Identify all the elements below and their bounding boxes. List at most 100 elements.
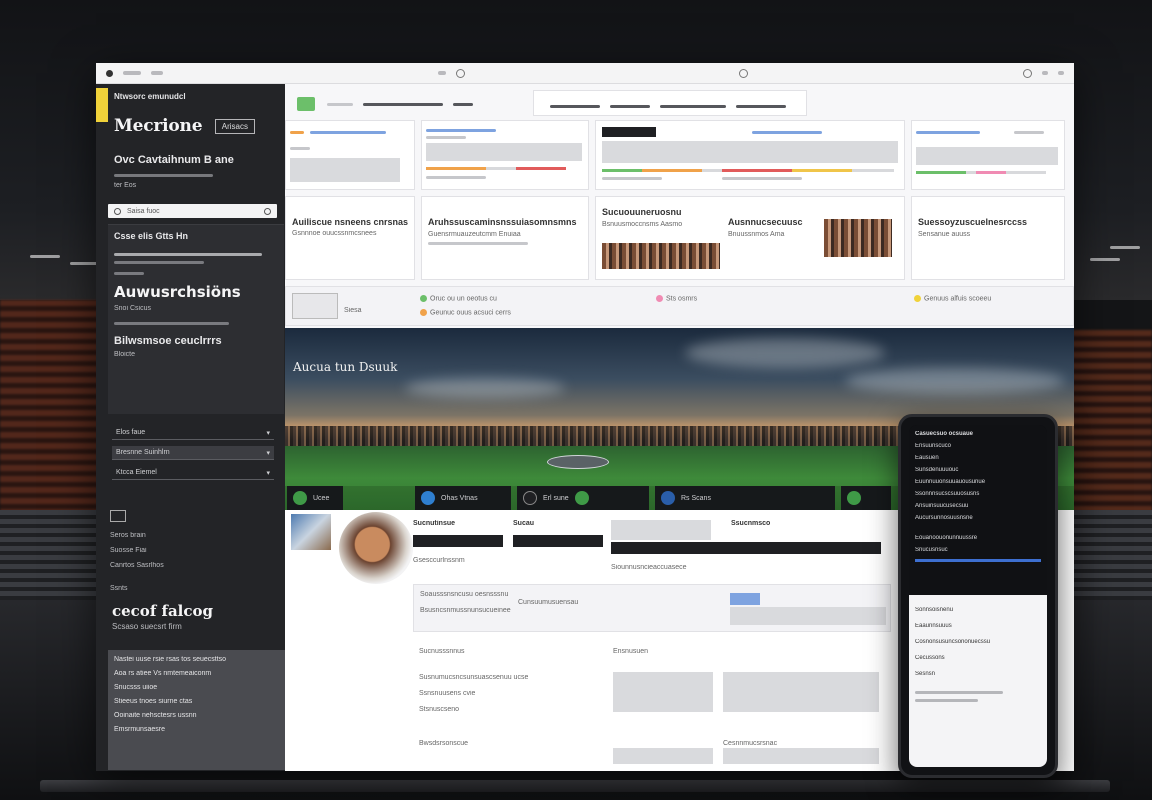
card-heading-bar	[752, 131, 822, 134]
footer-row[interactable]: Ooinaite nehsctesrs ussnn	[114, 712, 279, 719]
divider	[114, 272, 144, 275]
match-chip-label: Ucee	[313, 494, 330, 502]
match-chip[interactable]: Ucee	[287, 486, 343, 510]
info-card[interactable]: Auiliscue nsneens cnrsnasc Gsnnnoe ouucs…	[285, 196, 415, 280]
detail-row[interactable]: Susnumucsncsunsuascsenuu ucse	[419, 674, 528, 681]
card-line	[428, 242, 528, 245]
phone-item[interactable]: Eaaunnsuuus	[915, 623, 1041, 629]
news-thumbnail[interactable]	[291, 514, 331, 550]
titlebar-control[interactable]	[437, 71, 446, 75]
card-subtitle: Gsnnnoe ouucssnmcsnees	[292, 230, 377, 237]
phone-row[interactable]: Ansuinsuucusecsuu	[915, 503, 1041, 509]
phone-row[interactable]: Ssonnnsucscsuuosusns	[915, 491, 1041, 497]
phone-row[interactable]: Euunnuuonsuuauousunue	[915, 479, 1041, 485]
match-chip[interactable]: Ohas Vtnas	[415, 486, 511, 510]
footer-row[interactable]: Stieeus tnoes siurne ctas	[114, 698, 279, 705]
search-bar[interactable]: Saisa fuoc	[108, 204, 277, 218]
status-item-label: Geunuc ouus acsuci cerrs	[430, 309, 511, 317]
detail-row[interactable]: Stsnuscseno	[419, 706, 459, 713]
detail-heading: Sucnusssnnus	[419, 648, 465, 655]
match-chip[interactable]	[841, 486, 891, 510]
phone-row[interactable]: Eouanoouonunnuussre	[915, 535, 1041, 541]
nav-link[interactable]	[736, 105, 786, 108]
phone-row[interactable]: Snucusnsuc	[915, 547, 1041, 553]
section-sub: Snoi Csicus	[114, 305, 151, 312]
match-chip[interactable]: Erl sune	[517, 486, 649, 510]
bottom-col[interactable]: Sucnutinsue Gsesccurlnssnm	[413, 514, 509, 578]
filter-icon[interactable]	[264, 207, 271, 215]
card-line	[602, 177, 662, 180]
field-1[interactable]: Elos faue ▾	[112, 426, 274, 440]
crowd-photo[interactable]	[824, 219, 892, 257]
phone-row[interactable]: Sunsdenuuuouc	[915, 467, 1041, 473]
top-card[interactable]	[421, 120, 589, 190]
nav-link[interactable]	[550, 105, 600, 108]
sidebar-accent	[96, 88, 108, 122]
phone-item[interactable]: Cosnonsusuncsononuecssu	[915, 639, 1041, 645]
top-card[interactable]	[285, 120, 415, 190]
tab-placeholder[interactable]	[327, 103, 353, 106]
profile-icon[interactable]	[1023, 68, 1033, 78]
card-marker	[290, 131, 304, 134]
bottom-col[interactable]: Sucau	[513, 514, 609, 578]
status-item[interactable]: Oruc ou un oeotus cu	[420, 295, 497, 302]
close-icon[interactable]	[1058, 71, 1065, 75]
footer-row[interactable]: Nastei uuse rsie rsas tos seuecsttso	[114, 656, 279, 663]
footer-list: Nastei uuse rsie rsas tos seuecsttso Aoa…	[108, 650, 285, 770]
phone-item[interactable]: Sonnsoisnenu	[915, 607, 1041, 613]
tab-placeholder[interactable]	[453, 103, 473, 106]
stadium-light	[1110, 246, 1140, 249]
top-card[interactable]	[911, 120, 1065, 190]
phone-row[interactable]: Eausuen	[915, 455, 1041, 461]
group-title: Bilwsmsoe ceuclrrrs	[114, 335, 222, 347]
phone-item[interactable]: Cecussons	[915, 655, 1041, 661]
footer-row[interactable]: Emsrmunsaesre	[114, 726, 279, 733]
tab-placeholder[interactable]	[363, 103, 443, 106]
progress-fill	[516, 167, 566, 170]
status-item[interactable]: Geunuc ouus acsuci cerrs	[420, 309, 511, 316]
brand-tag-button[interactable]: Arisacs	[214, 119, 256, 135]
media-card[interactable]: Sucuouuneruosnu Bsnuusmoccnsms Aasmo Aus…	[595, 196, 905, 280]
chevron-down-icon: ▾	[266, 469, 270, 477]
sidebar-meta: ter Eos	[114, 182, 137, 189]
bottom-col-wide[interactable]: Siounnusncieaccuasece Ssucnmsco	[611, 514, 891, 578]
detail-placeholder	[723, 672, 879, 712]
window-menu-icon[interactable]	[106, 69, 113, 77]
field-3[interactable]: Ktcca Eiemel ▾	[112, 466, 274, 480]
minimize-icon[interactable]	[1042, 71, 1049, 75]
titlebar-tab[interactable]	[123, 71, 141, 75]
status-label: Siesa	[344, 307, 362, 314]
status-item[interactable]: Genuus alfuis scoeeu	[914, 295, 991, 302]
nav-link[interactable]	[610, 105, 650, 108]
divider	[114, 174, 213, 177]
row-label: Bsusncsnmussnunsucueinee	[420, 607, 511, 614]
field-2[interactable]: Bresnne Suinhlrn ▾	[112, 446, 274, 460]
bottom-detail: Sucnusssnnus Ensnusuen Susnumucsncsunsua…	[413, 640, 891, 764]
footer-row[interactable]: Snucsss uiioe	[114, 684, 279, 691]
settings-icon[interactable]	[739, 68, 749, 78]
bottom-list-row[interactable]: Soausssnsncusu oesnsssnu Bsusncsnmussnun…	[413, 584, 891, 632]
detail-heading: Ensnusuen	[613, 648, 649, 655]
nav-link[interactable]	[660, 105, 726, 108]
refresh-icon[interactable]	[455, 68, 465, 78]
cloud	[685, 338, 885, 368]
status-item[interactable]: Sts osmrs	[656, 295, 697, 302]
phone-row[interactable]: Ensuunscuco	[915, 443, 1041, 449]
match-chip[interactable]: Rs Scans	[655, 486, 835, 510]
titlebar-tab[interactable]	[151, 71, 163, 75]
player-photo[interactable]	[339, 512, 413, 584]
footer-row[interactable]: Aoa rs atiee Vs nmtemeaiconm	[114, 670, 279, 677]
crowd-photo[interactable]	[602, 243, 720, 269]
phone-row[interactable]: Aucursunnosuusnsne	[915, 515, 1041, 521]
divider	[114, 322, 229, 325]
status-thumbnail[interactable]	[292, 293, 338, 319]
info-card[interactable]: Suessoyzuscuelnesrccss Sensanue auuss	[911, 196, 1065, 280]
detail-row[interactable]: Ssnsnuusens cvie	[419, 690, 475, 697]
search-input[interactable]: Saisa fuoc	[127, 208, 160, 215]
hero-title: Aucua tun Dsuuk	[293, 360, 398, 374]
info-card[interactable]: Aruhssuscaminsnssuiasomnsmns Guensrmuauz…	[421, 196, 589, 280]
phone-item[interactable]: Sesnsn	[915, 671, 1041, 677]
pitch-center-circle	[547, 455, 609, 469]
top-card-wide[interactable]	[595, 120, 905, 190]
card-chart-placeholder	[916, 147, 1058, 165]
